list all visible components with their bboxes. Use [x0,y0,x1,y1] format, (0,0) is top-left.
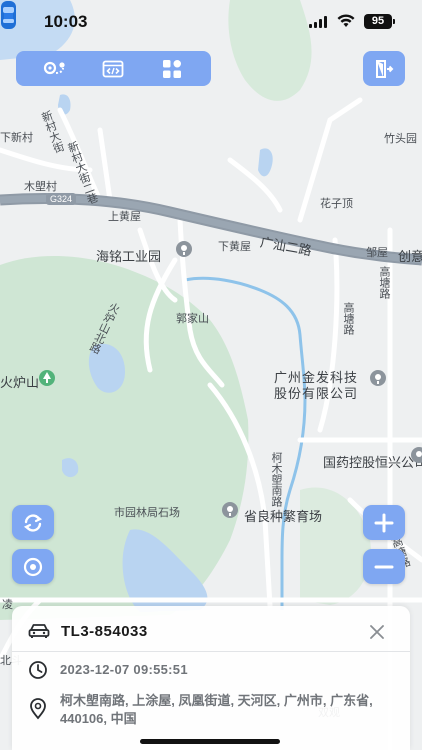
cellular-signal-icon [309,16,327,28]
map-label: 柯木塱南路 [270,452,282,507]
map-pin-icon[interactable] [175,240,193,258]
locate-button[interactable] [12,549,54,584]
refresh-icon [23,513,43,532]
status-time: 10:03 [44,12,88,31]
exit-door-icon [376,59,394,78]
plus-icon [374,513,394,532]
location-timestamp: 2023-12-07 09:55:51 [60,662,188,677]
map-label: 花子顶 [320,198,353,210]
map-poi-label: 国药控股恒兴公司 [323,455,422,470]
map-poi-label: 海铭工业园 [96,249,162,264]
clock-icon [29,661,47,679]
park-pin-icon[interactable] [38,369,56,387]
map-label: 郭家山 [176,313,209,325]
zoom-in-button[interactable] [363,505,405,540]
car-icon [28,624,50,638]
map-pin-icon[interactable] [369,369,387,387]
map-label: 市园林局石场 [114,507,180,519]
map-poi-label: 广州金发科技股份有限公司 [274,370,359,401]
map-pin-icon[interactable] [410,446,422,464]
apps-grid-button[interactable] [154,54,190,84]
road-badge-g324: G324 [46,193,77,205]
map-poi-label: 火炉山 [0,375,40,390]
map-label: 竹头园 [384,133,417,145]
vehicle-info-card: TL3-854033 2023-12-07 09:55:51 柯木塱南路, 上涂… [12,606,410,750]
card-divider [12,651,410,652]
route-location-button[interactable] [37,54,73,84]
map-label: 下新村 [0,132,33,144]
refresh-button[interactable] [12,505,54,540]
minus-icon [374,565,394,568]
location-address: 柯木塱南路, 上涂屋, 凤凰街道, 天河区, 广州市, 广东省, 440106,… [60,693,373,726]
zoom-out-button[interactable] [363,549,405,584]
map-pin-icon[interactable] [221,501,239,519]
exit-button[interactable] [363,51,405,86]
map-label: 凌 [2,599,13,611]
map-toolbar [16,51,211,86]
map-label: 邹屋 [366,247,388,259]
home-indicator [140,739,280,744]
close-icon[interactable] [368,623,386,641]
map-label: 木塱村 [24,181,57,193]
grid-apps-icon [162,59,181,78]
map-label: 上黄屋 [108,211,141,223]
map-label: 高塘路 [342,302,354,335]
map-label: 高塘路 [378,266,390,299]
route-location-icon [44,61,65,74]
map-label: 创意 [398,249,422,264]
battery-icon: 95 [364,14,395,29]
location-pin-icon [30,698,46,720]
code-window-button[interactable] [95,54,131,84]
vehicle-plate: TL3-854033 [61,623,148,640]
status-bar: 10:03 95 [0,0,422,46]
wifi-icon [337,14,355,27]
map-poi-label: 省良种繁育场 [244,509,323,524]
locate-target-icon [23,557,43,576]
map-label: 下黄屋 [218,241,251,253]
code-window-icon [103,60,124,77]
